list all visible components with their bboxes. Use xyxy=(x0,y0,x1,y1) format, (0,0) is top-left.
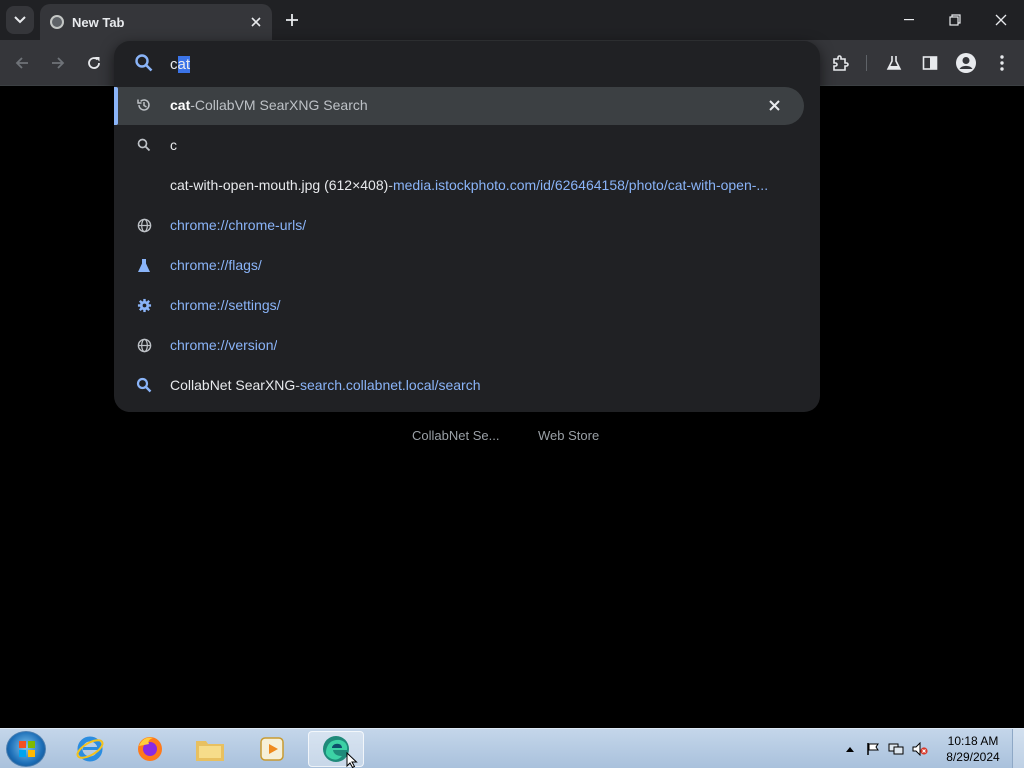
mouse-cursor-icon xyxy=(346,752,358,768)
tab-close-button[interactable] xyxy=(246,12,266,32)
history-icon xyxy=(134,95,154,115)
omnibox-popup: c at cat - CollabVM SearXNG Search c cat… xyxy=(114,41,820,412)
suggestion-image-result[interactable]: cat-with-open-mouth.jpg (612×408) - medi… xyxy=(114,165,820,205)
suggestion-collabnet-searxng[interactable]: CollabNet SearXNG - search.collabnet.loc… xyxy=(114,365,820,405)
new-tab-button[interactable] xyxy=(280,8,304,32)
remove-suggestion-button[interactable] xyxy=(764,95,784,115)
taskbar-media-player[interactable] xyxy=(244,731,300,767)
suggestion-title: CollabNet SearXNG xyxy=(170,377,296,393)
reload-button[interactable] xyxy=(80,49,108,77)
back-button[interactable] xyxy=(8,49,36,77)
taskbar-internet-explorer[interactable] xyxy=(62,731,118,767)
suggestion-chrome-version[interactable]: chrome://version/ xyxy=(114,325,820,365)
plus-icon xyxy=(286,14,298,26)
extensions-button[interactable] xyxy=(826,49,854,77)
toolbar-divider xyxy=(866,55,867,71)
show-desktop-button[interactable] xyxy=(1012,729,1024,768)
suggestion-chrome-settings[interactable]: chrome://settings/ xyxy=(114,285,820,325)
shortcut-collabnet[interactable]: CollabNet Se... xyxy=(412,428,499,443)
windows-logo-icon xyxy=(19,741,35,757)
globe-icon xyxy=(134,335,154,355)
taskbar-firefox[interactable] xyxy=(122,731,178,767)
flask-icon xyxy=(134,255,154,275)
omnibox-input-row[interactable]: c at xyxy=(114,41,820,85)
search-icon xyxy=(135,54,153,72)
close-icon xyxy=(768,99,780,111)
restore-button[interactable] xyxy=(932,0,978,40)
minimize-icon xyxy=(904,19,914,21)
close-icon xyxy=(995,14,1007,26)
shortcut-web-store[interactable]: Web Store xyxy=(538,428,599,443)
folder-icon xyxy=(196,741,224,761)
suggestion-chrome-flags[interactable]: chrome://flags/ xyxy=(114,245,820,285)
close-icon xyxy=(251,17,261,27)
side-panel-icon xyxy=(922,56,938,70)
close-window-button[interactable] xyxy=(978,0,1024,40)
network-icon[interactable] xyxy=(888,742,904,756)
suggestion-url: chrome://chrome-urls/ xyxy=(170,217,307,233)
forward-button[interactable] xyxy=(44,49,72,77)
suggestion-description: CollabVM SearXNG Search xyxy=(194,97,368,113)
taskbar: 10:18 AM 8/29/2024 xyxy=(0,728,1024,768)
restore-icon xyxy=(949,14,961,26)
show-hidden-icons-icon[interactable] xyxy=(846,746,854,752)
search-icon xyxy=(134,135,154,155)
tab-title: New Tab xyxy=(72,14,125,30)
suggestion-chrome-urls[interactable]: chrome://chrome-urls/ xyxy=(114,205,820,245)
volume-muted-icon[interactable] xyxy=(912,742,928,756)
puzzle-icon xyxy=(833,55,849,71)
menu-button[interactable] xyxy=(988,49,1016,77)
suggestion-url: chrome://version/ xyxy=(170,337,278,353)
suggestion-url: chrome://settings/ xyxy=(170,297,281,313)
arrow-left-icon xyxy=(15,57,28,69)
taskbar-file-explorer[interactable] xyxy=(182,731,238,767)
title-bar: New Tab xyxy=(0,0,1024,40)
chevron-down-icon xyxy=(14,16,26,24)
tab-search-button[interactable] xyxy=(6,6,34,34)
action-center-flag-icon[interactable] xyxy=(866,742,880,756)
internet-explorer-icon xyxy=(76,736,104,762)
omnibox-typed-text: c xyxy=(170,55,178,73)
start-button[interactable] xyxy=(6,731,46,767)
avatar-icon xyxy=(956,53,976,73)
reload-icon xyxy=(88,57,100,69)
new-tab-favicon-icon xyxy=(50,15,64,29)
minimize-button[interactable] xyxy=(886,0,932,40)
firefox-icon xyxy=(138,737,162,761)
taskbar-clock[interactable]: 10:18 AM 8/29/2024 xyxy=(938,733,1008,765)
clock-date: 8/29/2024 xyxy=(946,750,1000,764)
suggestion-search-c[interactable]: c xyxy=(114,125,820,165)
globe-icon xyxy=(134,215,154,235)
system-tray xyxy=(846,729,936,768)
suggestion-match: cat xyxy=(170,97,191,113)
suggestion-url: chrome://flags/ xyxy=(170,257,262,273)
suggestion-url: media.istockphoto.com/id/626464158/photo… xyxy=(392,177,769,193)
clock-time: 10:18 AM xyxy=(947,734,999,748)
flask-icon xyxy=(886,56,902,70)
omnibox-autocomplete-selection: at xyxy=(177,55,191,73)
tab-new-tab[interactable]: New Tab xyxy=(40,4,272,40)
suggestion-history-cat[interactable]: cat - CollabVM SearXNG Search xyxy=(114,85,820,125)
media-player-icon xyxy=(260,737,284,761)
suggestion-url: search.collabnet.local/search xyxy=(299,377,481,393)
suggestion-query: c xyxy=(170,137,177,153)
profile-button[interactable] xyxy=(952,49,980,77)
more-vert-icon xyxy=(1000,55,1004,71)
suggestion-title: cat-with-open-mouth.jpg (612×408) xyxy=(170,177,389,193)
search-icon xyxy=(134,375,154,395)
side-panel-button[interactable] xyxy=(916,49,944,77)
labs-button[interactable] xyxy=(880,49,908,77)
arrow-right-icon xyxy=(52,57,65,69)
gear-icon xyxy=(134,295,154,315)
omnibox-input[interactable]: c at xyxy=(170,53,191,75)
